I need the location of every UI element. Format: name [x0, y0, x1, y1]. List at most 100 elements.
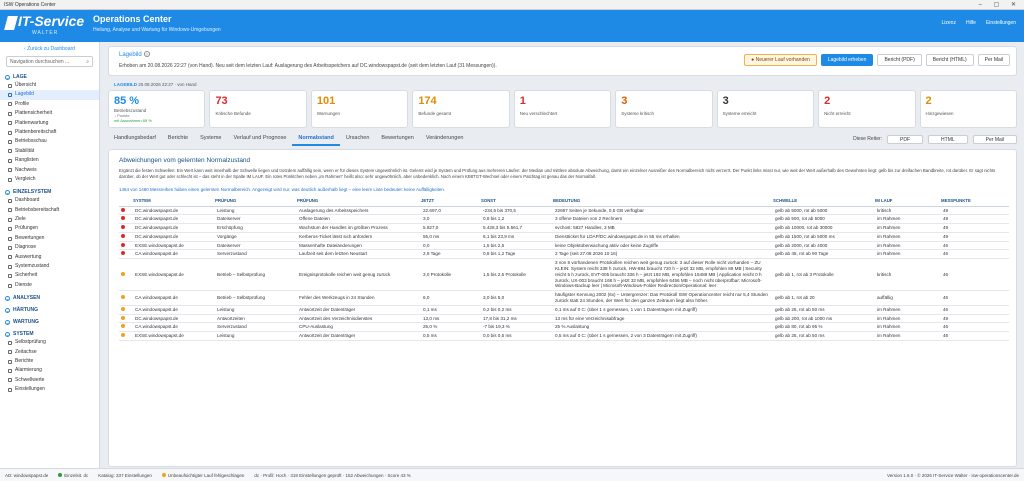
cell-check: Serverzustand [215, 322, 297, 333]
help-link[interactable]: Hilfe [966, 20, 976, 26]
cell-now: 3,0 Protokolle [421, 258, 481, 292]
cell-run: im Rahmen [875, 223, 941, 233]
sidebar-item-einstellungen[interactable]: Einstellungen [0, 385, 99, 394]
sidebar-item-nachweis[interactable]: Nachweis [0, 166, 99, 175]
kpi-card[interactable]: 2 Nicht erreicht [818, 90, 916, 128]
sidebar-item-alarmierung[interactable]: Alarmierung [0, 366, 99, 375]
cell-system: DC.windowspapst.de [133, 232, 215, 242]
cell-meaning: svchost: 5827 Handles, 3 MB [553, 223, 773, 233]
sidebar-item-bewertungen[interactable]: Bewertungen [0, 234, 99, 243]
sidebar-item-dienste[interactable]: Dienste [0, 281, 99, 290]
sidebar-item-betriebsschau[interactable]: Betriebsschau [0, 137, 99, 146]
cell-meaning: 3 offene Dateien von 2 Rechnern [553, 214, 773, 225]
tab-handlungsbedarf[interactable]: Handlungsbedarf [108, 132, 162, 146]
nav-section-haertung[interactable]: ⌄ HÄRTUNG [0, 304, 99, 314]
kpi-label: Neu verschlechtert [519, 111, 558, 116]
tab-bewertungen[interactable]: Bewertungen [375, 132, 419, 146]
kpi-card[interactable]: 174 Befunde gesamt [412, 90, 510, 128]
refresh-lagebild-button[interactable]: Lagebild erheben [820, 54, 874, 66]
report-mail-button[interactable]: Per Mail [977, 54, 1010, 66]
help-icon[interactable]: ? [143, 51, 150, 57]
cell-system: EXSE.windowspapst.de [133, 258, 215, 292]
sidebar-item-berichte[interactable]: Berichte [0, 357, 99, 366]
window-controls[interactable]: – ▢ ✕ [979, 0, 1021, 10]
table-row[interactable]: DC.windowspapst.de Dateiserver Offene Date… [119, 214, 1009, 225]
sidebar-item-dashboard[interactable]: Dashboard [0, 196, 99, 205]
tab-pdf-button[interactable]: PDF [887, 134, 924, 144]
table-row[interactable]: CA.windowspapst.de Leistung Antwortzeit de… [119, 305, 1009, 315]
kpi-label: Kritische Befunde [215, 111, 251, 116]
table-row[interactable]: DC.windowspapst.de Vorgänge Kerberos-Ticke… [119, 232, 1009, 242]
sidebar-item-plattenwartung[interactable]: Plattenwartung [0, 119, 99, 128]
kpi-card[interactable]: 101 Warnungen [310, 90, 409, 128]
sidebar-item-profile[interactable]: Profile [0, 100, 99, 109]
cell-run: im Rahmen [875, 331, 941, 342]
tab-normabstand[interactable]: Normabstand [292, 132, 340, 146]
tab-mail-button[interactable]: Per Mail [972, 134, 1017, 144]
sidebar-item-diagnose[interactable]: Diagnose [0, 243, 99, 252]
nav-search-input[interactable]: Navigation durchsuchen ... ⌕ [6, 56, 93, 67]
cell-points: 49 [941, 206, 1009, 216]
kpi-card[interactable]: 1 Neu verschlechtert [513, 90, 612, 128]
table-row[interactable]: CA.windowspapst.de Betrieb – Selbstprüfun… [119, 290, 1009, 306]
cell-threshold: gelb ab 1500, rot ab 5000 ms [773, 232, 875, 242]
kpi-card[interactable]: 2 Hinzgewiesen [919, 90, 1017, 128]
tab-berichte[interactable]: Berichte [162, 132, 194, 146]
cell-system: DC.windowspapst.de [133, 206, 215, 216]
tab-verlauf-und-prognose[interactable]: Verlauf und Prognose [228, 132, 293, 146]
nav-section-wartung[interactable]: ⌄ WARTUNG [0, 316, 99, 326]
new-run-available-button[interactable]: ● Neuerer Lauf vorhanden [744, 54, 817, 66]
nav-section-analysen[interactable]: ⌄ ANALYSEN [0, 292, 99, 302]
table-row[interactable]: DC.windowspapst.de Antwortzeiten Antwortze… [119, 314, 1009, 324]
back-to-dashboard-link[interactable]: ‹ Zurück zu Dashboard [0, 46, 99, 54]
sidebar-item-plattensicherheit[interactable]: Plattensicherheit [0, 109, 99, 118]
sidebar-item-uebersicht[interactable]: Übersicht [0, 81, 99, 90]
sidebar-item-label: Nachweis [15, 166, 37, 173]
tab-systeme[interactable]: Systeme [194, 132, 227, 146]
header-links: Lizenz Hilfe Einstellungen [942, 20, 1017, 26]
cell-now: 13,0 ms [421, 314, 481, 324]
table-row[interactable]: EXSE.windowspapst.de Betrieb – Selbstprüf… [119, 258, 1009, 292]
nav-section-lage[interactable]: ⌄ LAGE [0, 71, 99, 81]
sidebar-item-systemzustand[interactable]: Systemzustand [0, 262, 99, 271]
app-header: IT-Service WALTER Operations Center Heil… [0, 10, 1024, 42]
tab-html-button[interactable]: HTML [928, 134, 968, 144]
sidebar-item-plattenbereitschaft[interactable]: Plattenbereitschaft [0, 128, 99, 137]
license-link[interactable]: Lizenz [942, 20, 956, 26]
nav-section-system[interactable]: ⌄ SYSTEM [0, 328, 99, 338]
sidebar-item-schwellwerte[interactable]: Schwellwerte [0, 376, 99, 385]
cell-meaning: 22697 Seiten je Sekunde, 0,5 GB verfügba… [553, 206, 773, 216]
footer-status[interactable]: Unbeaufsichtigter Lauf fehlgeschlagen [161, 472, 244, 478]
sidebar-item-selbstpruefung[interactable]: Selbstprüfung [0, 338, 99, 347]
sidebar-item-stabilitaet[interactable]: Stabilität [0, 147, 99, 156]
report-html-button[interactable]: Bericht (HTML) [925, 54, 974, 66]
tab-ursachen[interactable]: Ursachen [340, 132, 376, 146]
cell-check: Dateiserver [215, 214, 297, 225]
nav-section-einzelsystem[interactable]: ⌄ EINZELSYSTEM [0, 186, 99, 196]
table-row[interactable]: EXSE.windowspapst.de Dateiserver Massenhaf… [119, 241, 1009, 251]
tab-veraenderungen[interactable]: Veränderungen [420, 132, 470, 146]
cell-points: 49 [941, 314, 1009, 324]
table-row[interactable]: CA.windowspapst.de Serverzustand Laufzeit … [119, 249, 1009, 260]
table-row[interactable]: EXSE.windowspapst.de Leistung Antwortzeit … [119, 331, 1009, 342]
settings-link[interactable]: Einstellungen [986, 20, 1016, 26]
table-row[interactable]: DC.windowspapst.de Erschöpfung Wachstum de… [119, 223, 1009, 233]
kpi-card[interactable]: 3 Systeme erreicht [716, 90, 815, 128]
sidebar-item-sicherheit[interactable]: Sicherheit [0, 271, 99, 280]
kpi-card[interactable]: 85 % Betriebszustand ↓ Punkte mit Ausnahmen… [108, 90, 206, 128]
kpi-card[interactable]: 3 Systeme kritisch [615, 90, 713, 128]
severity-critical-icon [121, 216, 125, 221]
sidebar-item-zeitachse[interactable]: Zeitachse [0, 348, 99, 357]
sidebar-item-ranglisten[interactable]: Ranglisten [0, 156, 99, 165]
sidebar-item-betriebsbereitschaft[interactable]: Betriebsbereitschaft [0, 206, 99, 215]
report-pdf-button[interactable]: Bericht (PDF) [877, 54, 922, 66]
sidebar-item-vergleich[interactable]: Vergleich [0, 175, 99, 184]
table-row[interactable]: CA.windowspapst.de Serverzustand CPU-Ausla… [119, 322, 1009, 333]
sidebar-item-auswertung[interactable]: Auswertung [0, 253, 99, 262]
sidebar-item-pruefungen[interactable]: Prüfungen [0, 224, 99, 233]
sidebar-item-ziele[interactable]: Ziele [0, 215, 99, 224]
sidebar-item-lagebild[interactable]: Lagebild [0, 90, 99, 100]
cell-test: Fehler des Werkzeugs in 24 Stunden [297, 290, 421, 306]
kpi-card[interactable]: 73 Kritische Befunde [209, 90, 307, 128]
table-row[interactable]: DC.windowspapst.de Leistung Auslagerung de… [119, 206, 1009, 216]
